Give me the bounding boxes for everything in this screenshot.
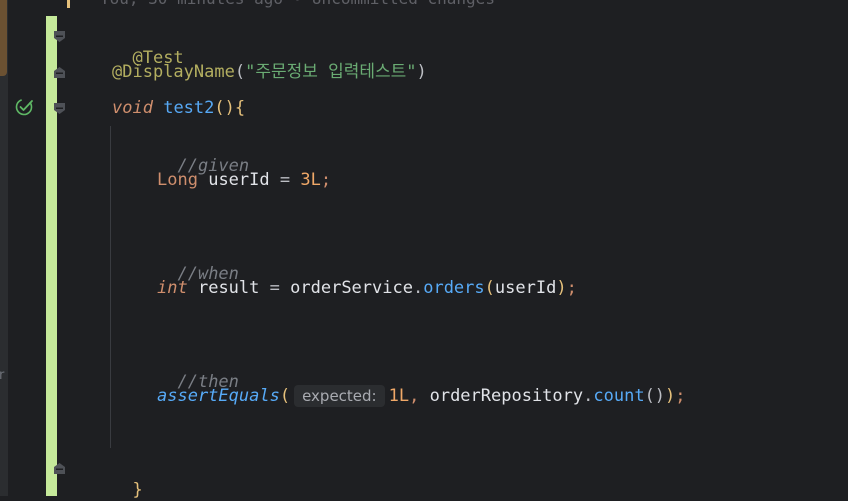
method-call-token: count bbox=[593, 386, 645, 406]
keyword-token: void bbox=[112, 98, 153, 118]
variable-token: userId bbox=[208, 170, 270, 190]
paren-token: ( bbox=[484, 278, 495, 298]
fold-marker-icon[interactable] bbox=[53, 462, 66, 475]
call-parens-token: () bbox=[644, 386, 666, 406]
object-token: orderService bbox=[290, 278, 413, 298]
code-line-userid-decl[interactable]: Long userId = 3L; bbox=[157, 169, 331, 191]
paren-token: ( bbox=[234, 62, 246, 82]
run-test-passed-check-icon[interactable] bbox=[15, 97, 35, 117]
semicolon-token: ; bbox=[566, 278, 577, 298]
static-method-token: assertEquals bbox=[157, 386, 280, 406]
brace-token: (){ bbox=[214, 98, 246, 118]
semicolon-token: ; bbox=[320, 170, 332, 190]
blame-annotation: You, 30 minutes ago • Uncommitted change… bbox=[100, 0, 495, 8]
paren-token: ) bbox=[556, 278, 567, 298]
indent-guide bbox=[110, 126, 111, 448]
left-panel-tab[interactable] bbox=[0, 0, 7, 76]
parameter-hint-expected: expected: bbox=[294, 385, 385, 407]
left-panel-letter: r bbox=[0, 368, 5, 383]
code-line-closing-brace[interactable]: } bbox=[112, 457, 143, 501]
fold-marker-icon[interactable] bbox=[53, 102, 66, 115]
method-call-token: orders bbox=[423, 278, 485, 298]
paren-token: ( bbox=[279, 386, 291, 406]
type-token: Long bbox=[157, 170, 198, 190]
paren-token: ) bbox=[416, 62, 427, 82]
fold-marker-icon[interactable] bbox=[53, 66, 66, 79]
method-name-token: test2 bbox=[163, 98, 215, 118]
dot-token: . bbox=[412, 278, 424, 298]
vcs-modified-marker[interactable] bbox=[67, 0, 70, 8]
annotation-token: @DisplayName bbox=[112, 62, 235, 82]
vcs-change-marker[interactable] bbox=[46, 16, 57, 496]
brace-token: } bbox=[132, 480, 143, 500]
editor-gutter bbox=[8, 0, 46, 496]
code-line-annotation-displayname[interactable]: @DisplayName("주문정보 입력테스트") bbox=[112, 61, 427, 83]
paren-token: ) bbox=[665, 386, 676, 406]
object-token: orderRepository bbox=[429, 386, 584, 406]
keyword-token: int bbox=[157, 278, 188, 298]
operator-token: = bbox=[279, 170, 291, 190]
fold-marker-icon[interactable] bbox=[53, 30, 66, 43]
code-line-result-decl[interactable]: int result = orderService.orders(userId)… bbox=[157, 277, 577, 299]
code-line-assert[interactable]: assertEquals(expected: 1L, orderRepositor… bbox=[157, 385, 686, 407]
left-tool-panel: r bbox=[0, 0, 8, 496]
comma-token: , bbox=[409, 386, 420, 406]
variable-token: result bbox=[197, 278, 260, 298]
operator-token: = bbox=[269, 278, 280, 298]
string-literal: "주문정보 입력테스트" bbox=[245, 62, 417, 82]
number-literal: 1L bbox=[388, 386, 410, 406]
number-literal: 3L bbox=[300, 170, 321, 190]
code-line-method-signature[interactable]: void test2(){ bbox=[112, 97, 245, 119]
semicolon-token: ; bbox=[675, 386, 686, 406]
dot-token: . bbox=[583, 386, 594, 406]
argument-token: userId bbox=[494, 278, 557, 298]
